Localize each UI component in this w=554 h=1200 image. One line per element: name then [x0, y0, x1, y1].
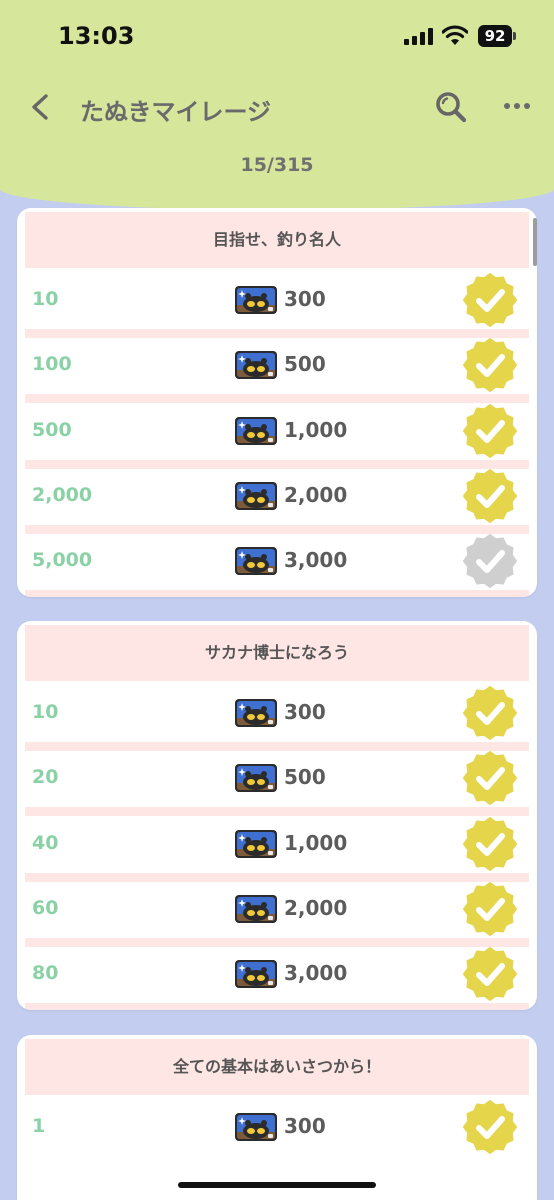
home-indicator[interactable]	[178, 1182, 376, 1188]
status-time: 13:03	[58, 22, 135, 50]
page-title: たぬきマイレージ	[80, 98, 272, 126]
goal-value: 40	[32, 831, 59, 854]
check-badge-icon	[463, 273, 517, 327]
check-badge-icon	[463, 881, 517, 936]
check-badge-icon	[463, 751, 517, 806]
tanuki-ticket-icon	[234, 285, 278, 315]
mileage-section-card: サカナ博士になろう 10 300 20 500 40 1,000 60 2,000 80 3,000	[17, 621, 537, 1010]
mileage-row[interactable]: 80 3,000	[17, 946, 537, 1002]
mileage-row[interactable]: 10 300	[17, 685, 537, 741]
reward-amount: 1,000	[284, 417, 348, 442]
mileage-row[interactable]: 2,000 2,000	[17, 468, 537, 524]
screen: 13:03 92 たぬきマイレージ 15/315 目指せ、釣り名人 10 300…	[0, 0, 554, 1200]
check-badge-icon	[463, 338, 517, 393]
mileage-row[interactable]: 10 300	[17, 272, 537, 328]
status-bar: 13:03 92	[0, 0, 554, 72]
mileage-row[interactable]: 40 1,000	[17, 816, 537, 872]
mileage-row[interactable]: 5,000 3,000	[17, 533, 537, 589]
signal-icon	[404, 27, 434, 45]
reward-amount: 1,000	[284, 830, 348, 855]
row-separator	[25, 1003, 529, 1010]
tanuki-ticket-icon	[234, 350, 278, 380]
check-badge-pending-icon	[463, 534, 517, 589]
reward-amount: 3,000	[284, 961, 348, 986]
check-badge-icon	[463, 403, 517, 458]
goal-value: 20	[32, 766, 59, 789]
goal-value: 10	[32, 701, 59, 723]
tanuki-ticket-icon	[234, 546, 278, 576]
scrollbar[interactable]	[533, 218, 537, 266]
reward-amount: 500	[284, 765, 326, 790]
wifi-icon	[442, 25, 468, 45]
check-badge-icon	[463, 816, 517, 871]
section-title: 目指せ、釣り名人	[25, 212, 529, 268]
section-title: サカナ博士になろう	[25, 625, 529, 681]
mileage-row[interactable]: 20 500	[17, 750, 537, 806]
tanuki-ticket-icon	[234, 829, 278, 859]
tanuki-ticket-icon	[234, 698, 278, 728]
goal-value: 100	[32, 353, 72, 376]
tanuki-ticket-icon	[234, 481, 278, 511]
header-area: 13:03 92 たぬきマイレージ 15/315	[0, 0, 554, 210]
progress-counter: 15/315	[240, 154, 314, 176]
reward-amount: 300	[284, 1114, 326, 1138]
mileage-row[interactable]: 1 300	[17, 1099, 537, 1155]
battery-icon: 92	[478, 25, 512, 47]
mileage-section-card: 目指せ、釣り名人 10 300 100 500 500 1,000 2,000 2,000 5,0…	[17, 208, 537, 597]
navigation-bar: たぬきマイレージ	[0, 78, 554, 136]
tanuki-ticket-icon	[234, 763, 278, 793]
goal-value: 2,000	[32, 483, 93, 506]
goal-value: 500	[32, 418, 72, 441]
back-icon[interactable]	[26, 92, 54, 122]
goal-value: 10	[32, 288, 59, 310]
goal-value: 1	[32, 1115, 46, 1137]
check-badge-icon	[463, 686, 517, 740]
goal-value: 5,000	[32, 549, 93, 572]
goal-value: 60	[32, 896, 59, 919]
mileage-row[interactable]: 500 1,000	[17, 403, 537, 459]
search-icon[interactable]	[434, 90, 468, 124]
tanuki-ticket-icon	[234, 959, 278, 989]
tanuki-ticket-icon	[234, 894, 278, 924]
reward-amount: 2,000	[284, 895, 348, 920]
battery-tip	[513, 32, 516, 40]
goal-value: 80	[32, 962, 59, 985]
tanuki-ticket-icon	[234, 1112, 278, 1142]
reward-amount: 2,000	[284, 482, 348, 507]
section-title: 全ての基本はあいさつから！	[25, 1039, 529, 1095]
check-badge-icon	[463, 1100, 517, 1154]
reward-amount: 3,000	[284, 548, 348, 573]
reward-amount: 500	[284, 352, 326, 377]
check-badge-icon	[463, 468, 517, 523]
tanuki-ticket-icon	[234, 416, 278, 446]
reward-amount: 300	[284, 287, 326, 311]
mileage-section-card: 全ての基本はあいさつから！ 1 300	[17, 1035, 537, 1200]
reward-amount: 300	[284, 700, 326, 724]
mileage-row[interactable]: 100 500	[17, 337, 537, 393]
more-icon[interactable]	[504, 102, 532, 112]
row-separator	[25, 590, 529, 597]
check-badge-icon	[463, 947, 517, 1002]
mileage-row[interactable]: 60 2,000	[17, 881, 537, 937]
